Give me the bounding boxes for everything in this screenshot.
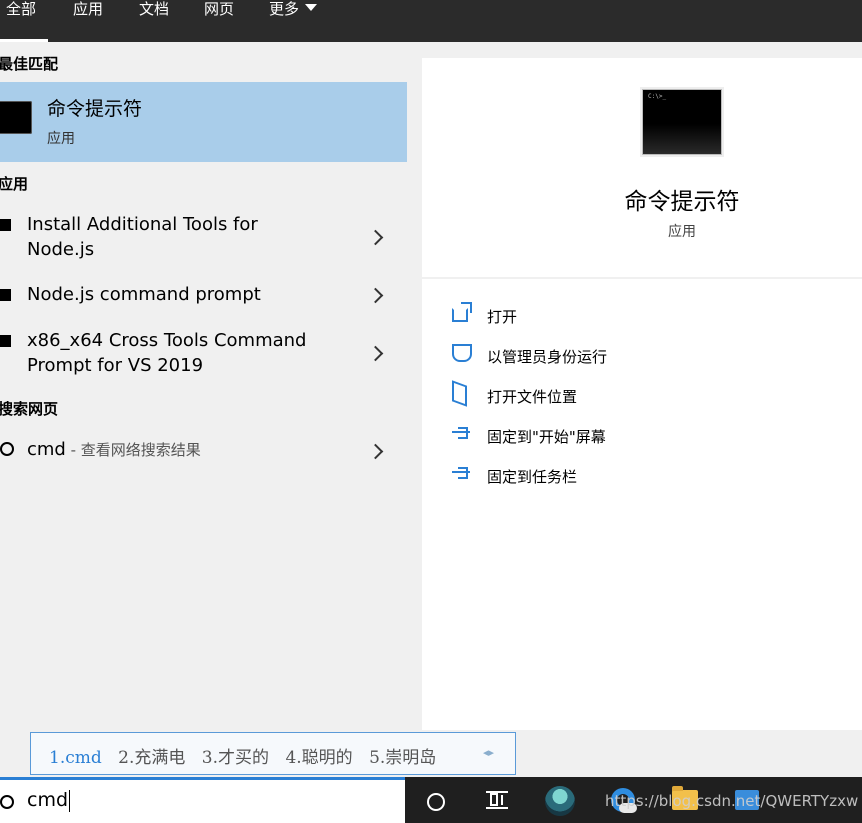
section-best-match: 最佳匹配 (0, 55, 59, 73)
detail-subtitle: 应用 (668, 224, 696, 240)
detail-panel: 命令提示符 应用 打开 以管理员身份运行 打开文件位置 固定到"开始"屏幕 固定… (422, 58, 862, 730)
open-icon (452, 302, 472, 322)
tab-all-label: 全部 (6, 0, 37, 18)
action-pin-to-start-label: 固定到"开始"屏幕 (487, 428, 606, 446)
watermark-text: https://blog.csdn.net/QWERTYzxw (605, 792, 859, 810)
web-search-item[interactable]: cmd - 查看网络搜索结果 (0, 437, 407, 467)
tab-apps[interactable]: 应用 (72, 0, 112, 42)
action-run-as-admin[interactable]: 以管理员身份运行 (452, 342, 852, 372)
action-pin-to-taskbar[interactable]: 固定到任务栏 (452, 462, 852, 492)
chevron-right-icon[interactable] (367, 443, 384, 460)
cortana-icon[interactable] (427, 793, 445, 811)
best-match-title: 命令提示符 (47, 98, 143, 120)
file-location-icon (452, 380, 467, 407)
app-icon (0, 335, 11, 347)
shield-icon (452, 344, 472, 362)
action-pin-to-start[interactable]: 固定到"开始"屏幕 (452, 422, 852, 452)
app-icon (0, 219, 11, 231)
pin-icon (452, 427, 470, 439)
tab-more-label: 更多 (269, 0, 300, 18)
chevron-right-icon[interactable] (367, 229, 384, 246)
cmd-icon (0, 101, 32, 134)
chevron-right-icon[interactable] (367, 345, 384, 362)
chevron-right-icon[interactable] (367, 287, 384, 304)
app-name-line2: Prompt for VS 2019 (27, 355, 204, 376)
tab-more[interactable]: 更多 (268, 0, 328, 42)
search-input[interactable]: cmd (27, 789, 68, 811)
list-item[interactable]: x86_x64 Cross Tools Command Prompt for V… (0, 328, 407, 382)
cmd-icon (642, 89, 722, 155)
ime-candidate[interactable]: 4.聪明的 (285, 748, 352, 768)
section-apps: 应用 (0, 175, 29, 193)
app-name-line1: Install Additional Tools for (27, 214, 258, 235)
avatar-app-icon[interactable] (545, 786, 575, 816)
search-icon (0, 442, 14, 456)
detail-title: 命令提示符 (624, 189, 740, 215)
ime-candidate[interactable]: 5.崇明岛 (369, 748, 436, 768)
list-item[interactable]: Install Additional Tools for Node.js (0, 212, 407, 266)
action-open-label: 打开 (487, 308, 518, 326)
tab-all[interactable]: 全部 (0, 0, 48, 42)
action-open[interactable]: 打开 (452, 302, 852, 332)
action-open-file-location[interactable]: 打开文件位置 (452, 380, 852, 412)
app-icon (0, 289, 11, 301)
search-icon (0, 795, 14, 809)
text-caret (69, 789, 71, 812)
app-name-line1: x86_x64 Cross Tools Command (27, 330, 307, 351)
web-suffix: - 查看网络搜索结果 (65, 441, 201, 459)
app-name-line2: Node.js (27, 239, 95, 260)
section-web: 搜索网页 (0, 400, 59, 418)
action-open-file-location-label: 打开文件位置 (487, 388, 578, 406)
app-name-line1: Node.js command prompt (27, 284, 261, 305)
ime-candidate[interactable]: 2.充满电 (118, 748, 185, 768)
taskbar: https://blog.csdn.net/QWERTYzxw (405, 777, 862, 823)
best-match-item[interactable]: 命令提示符 应用 (0, 82, 407, 162)
task-view-icon[interactable] (486, 791, 508, 809)
search-box[interactable]: cmd (0, 777, 405, 823)
tab-documents[interactable]: 文档 (138, 0, 178, 42)
ime-candidate-bar: 1.cmd 2.充满电 3.才买的 4.聪明的 5.崇明岛 ◂▸ (30, 732, 516, 775)
ime-page-arrows-icon[interactable]: ◂▸ (483, 746, 494, 759)
tab-web-label: 网页 (204, 0, 235, 18)
results-panel: 最佳匹配 命令提示符 应用 应用 Install Additional Tool… (0, 42, 407, 777)
chevron-down-icon (305, 4, 318, 11)
detail-header: 命令提示符 应用 (422, 58, 862, 279)
search-filter-tabs: 全部 应用 文档 网页 更多 (0, 0, 862, 42)
web-query: cmd (27, 439, 66, 460)
list-item[interactable]: Node.js command prompt (0, 282, 407, 312)
pin-icon (452, 467, 470, 479)
ime-candidate[interactable]: 3.才买的 (202, 748, 269, 768)
ime-candidate[interactable]: 1.cmd (49, 748, 102, 768)
best-match-subtitle: 应用 (47, 131, 75, 147)
tab-documents-label: 文档 (139, 0, 170, 18)
action-run-as-admin-label: 以管理员身份运行 (487, 348, 608, 366)
tab-web[interactable]: 网页 (203, 0, 243, 42)
action-pin-to-taskbar-label: 固定到任务栏 (487, 468, 578, 486)
tab-apps-label: 应用 (73, 0, 104, 18)
